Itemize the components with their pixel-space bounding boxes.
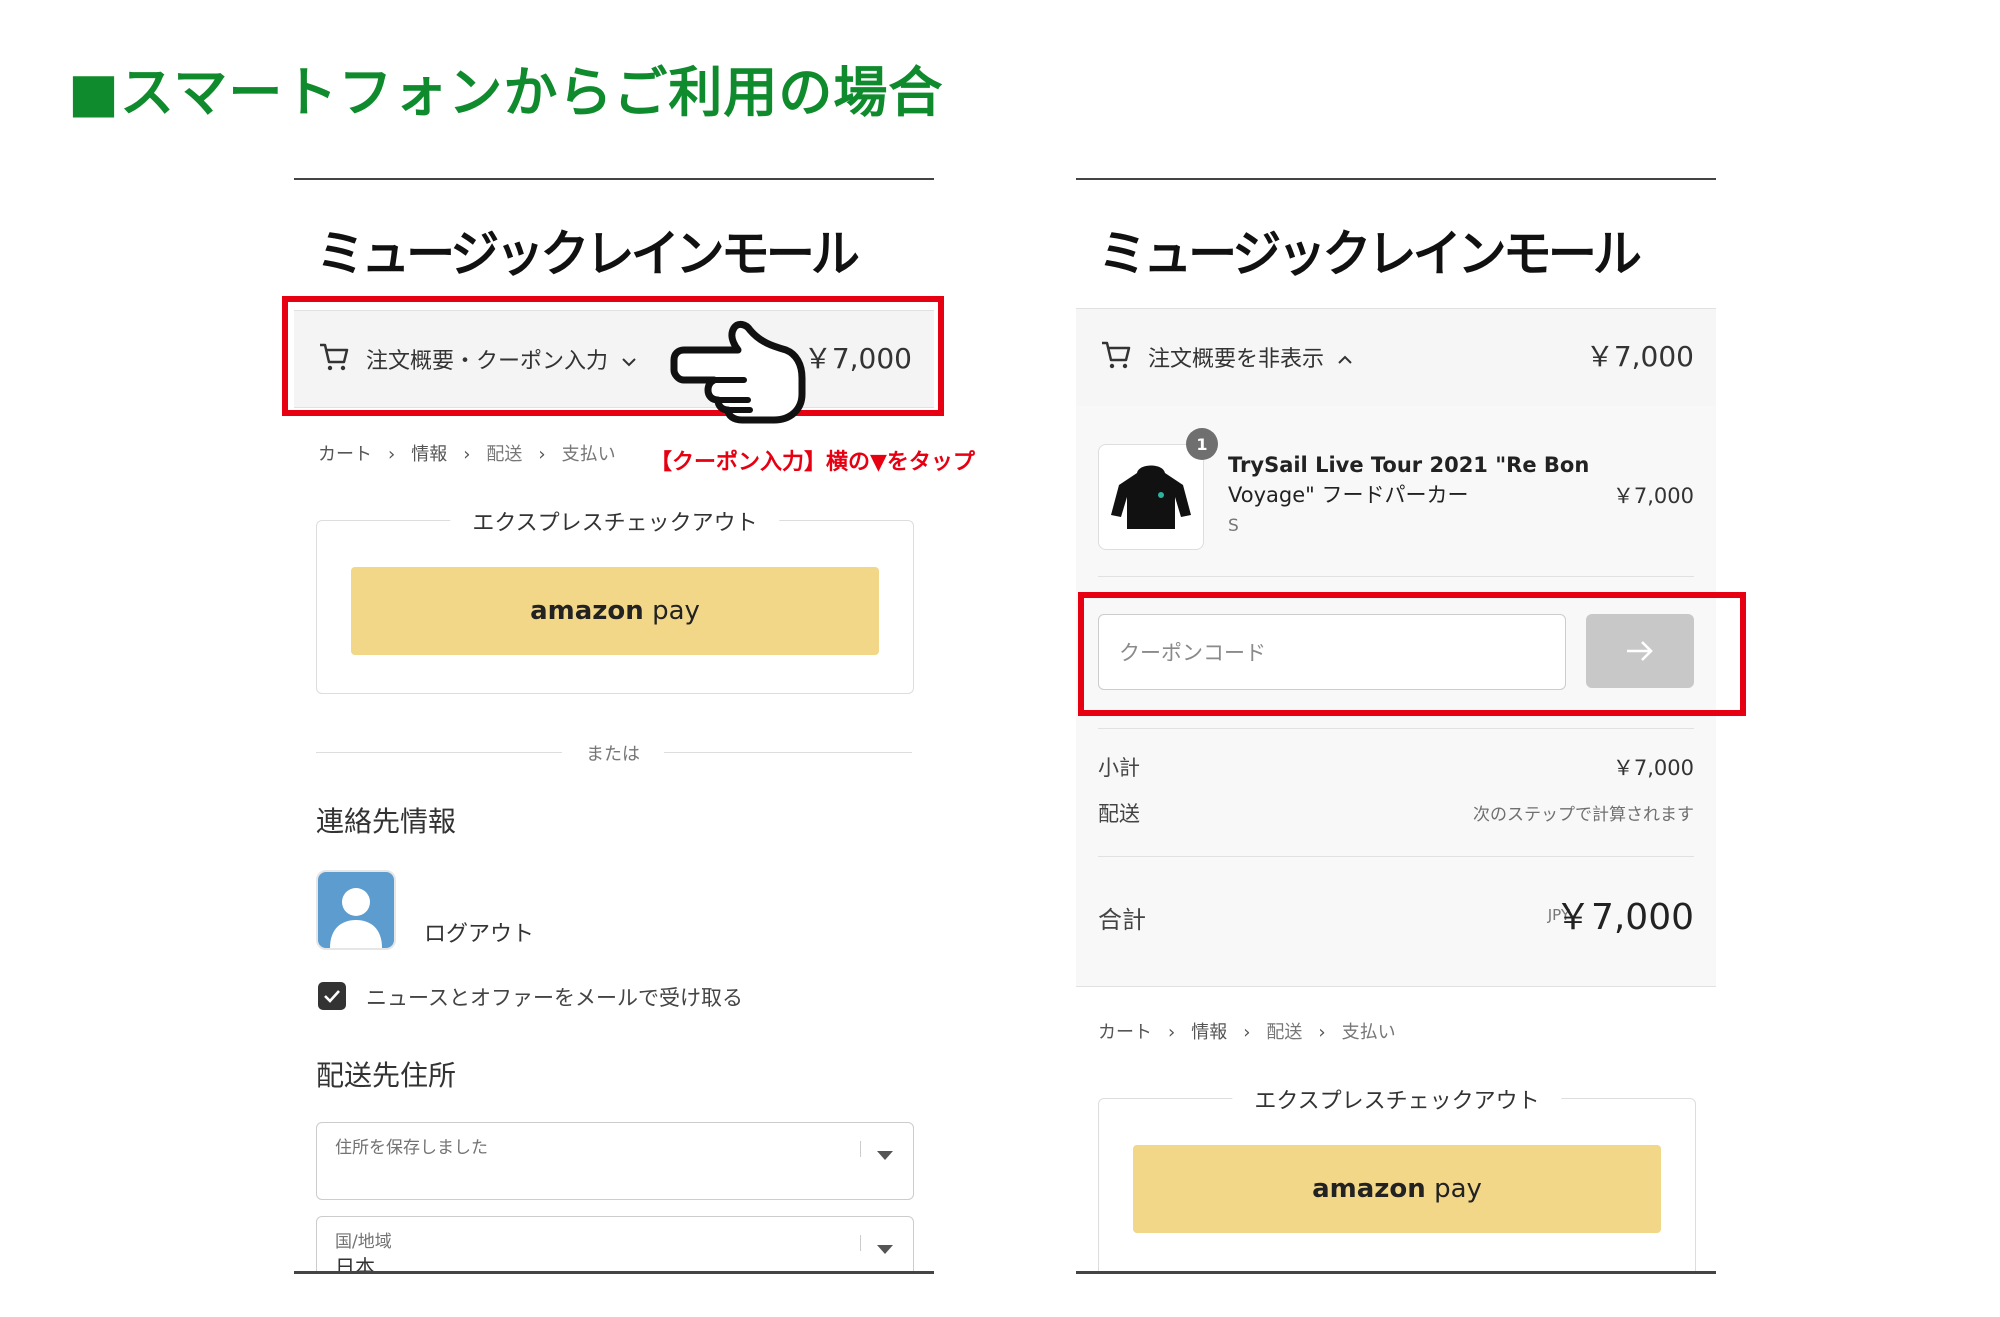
product-price: ￥7,000 <box>1612 484 1694 508</box>
breadcrumb-payment: 支払い <box>561 444 616 465</box>
product-variant: S <box>1228 516 1239 536</box>
subtotal-label: 小計 <box>1098 756 1140 780</box>
caret-down-icon <box>877 1151 893 1160</box>
product-title: TrySail Live Tour 2021 "Re Bon Voyage" フ… <box>1228 450 1589 510</box>
top-divider <box>1076 178 1716 180</box>
chevron-right-icon: › <box>538 444 546 465</box>
check-icon <box>324 990 340 1003</box>
total-label: 合計 <box>1098 906 1146 934</box>
newsletter-label: ニュースとオファーをメールで受け取る <box>366 986 743 1010</box>
chevron-right-icon: › <box>1168 1022 1176 1043</box>
amazon-pay-button[interactable]: amazon pay <box>1133 1145 1661 1233</box>
breadcrumb-info: 情報 <box>1191 1022 1228 1043</box>
express-checkout-title: エクスプレスチェックアウト <box>450 505 780 537</box>
shipping-value: 次のステップで計算されます <box>1473 805 1694 825</box>
saved-address-label: 住所を保存しました <box>335 1138 488 1158</box>
chevron-right-icon: › <box>1243 1022 1251 1043</box>
tap-instruction: 【クーポン入力】横の▼をタップ <box>650 450 975 475</box>
grand-total: ￥7,000 <box>1554 897 1694 938</box>
breadcrumb-payment: 支払い <box>1341 1022 1396 1043</box>
chevron-up-icon[interactable] <box>1337 354 1353 366</box>
breadcrumb-info: 情報 <box>411 444 448 465</box>
breadcrumb-cart[interactable]: カート <box>318 440 372 466</box>
summary-total: ￥7,000 <box>1585 340 1694 373</box>
product-title-line1: TrySail Live Tour 2021 "Re Bon <box>1228 453 1590 477</box>
bottom-divider <box>294 1271 934 1274</box>
summary-toggle-label[interactable]: 注文概要を非表示 <box>1148 341 1353 373</box>
user-icon <box>330 888 382 948</box>
pointing-hand-icon <box>670 320 806 424</box>
product-title-line2: Voyage" フードパーカー <box>1228 483 1469 507</box>
or-divider-right <box>664 752 912 753</box>
subtotal-value: ￥7,000 <box>1612 756 1694 780</box>
chevron-right-icon: › <box>463 444 471 465</box>
bottom-divider <box>1076 1271 1716 1274</box>
amazon-pay-logo: amazon pay <box>530 596 700 626</box>
breadcrumb: カート › 情報 › 配送 › 支払い <box>1098 1018 1396 1044</box>
amazon-pay-button[interactable]: amazon pay <box>351 567 879 655</box>
store-logo: ミュージックレインモール <box>1098 225 1642 283</box>
summary-divider <box>1098 576 1694 577</box>
hoodie-icon <box>1111 465 1191 529</box>
product-thumbnail <box>1098 444 1204 550</box>
select-separator <box>860 1141 861 1157</box>
caret-down-icon <box>877 1245 893 1254</box>
panel-bottom-border <box>1076 986 1716 987</box>
quantity-badge: 1 <box>1186 428 1218 460</box>
cart-icon <box>1102 341 1131 369</box>
select-separator <box>860 1235 861 1251</box>
summary-highlight-box <box>282 296 944 416</box>
page-heading: ■スマートフォンからご利用の場合 <box>68 61 944 124</box>
breadcrumb-cart[interactable]: カート <box>1098 1018 1152 1044</box>
country-label: 国/地域 <box>335 1232 392 1252</box>
summary-divider <box>1098 856 1694 857</box>
or-divider-left <box>316 752 562 753</box>
contact-title: 連絡先情報 <box>316 805 457 838</box>
newsletter-checkbox[interactable] <box>318 982 346 1010</box>
express-checkout-title: エクスプレスチェックアウト <box>1232 1083 1562 1115</box>
shipping-label: 配送 <box>1098 802 1140 826</box>
breadcrumb-shipping: 配送 <box>486 444 523 465</box>
shipping-title: 配送先住所 <box>316 1059 457 1092</box>
chevron-right-icon: › <box>1318 1022 1326 1043</box>
amazon-pay-logo: amazon pay <box>1312 1174 1482 1204</box>
logout-link[interactable]: ログアウト <box>424 916 534 948</box>
express-checkout-box: エクスプレスチェックアウト amazon pay <box>316 505 914 694</box>
store-logo: ミュージックレインモール <box>316 225 860 283</box>
breadcrumb-shipping: 配送 <box>1266 1022 1303 1043</box>
top-divider <box>294 178 934 180</box>
saved-address-select[interactable]: 住所を保存しました <box>316 1122 914 1200</box>
avatar <box>316 870 396 950</box>
coupon-highlight-box <box>1078 592 1746 716</box>
chevron-right-icon: › <box>388 444 396 465</box>
order-summary-toggle[interactable]: 注文概要を非表示 ￥7,000 <box>1076 308 1716 408</box>
breadcrumb: カート › 情報 › 配送 › 支払い <box>318 440 616 466</box>
or-text: または <box>586 744 640 765</box>
country-select[interactable]: 国/地域 日本 <box>316 1216 914 1274</box>
phone-screen-right: ミュージックレインモール 注文概要を非表示 ￥7,000 1 TrySail L… <box>1076 178 1716 1274</box>
summary-divider <box>1098 728 1694 729</box>
express-checkout-box: エクスプレスチェックアウト amazon pay <box>1098 1083 1696 1274</box>
